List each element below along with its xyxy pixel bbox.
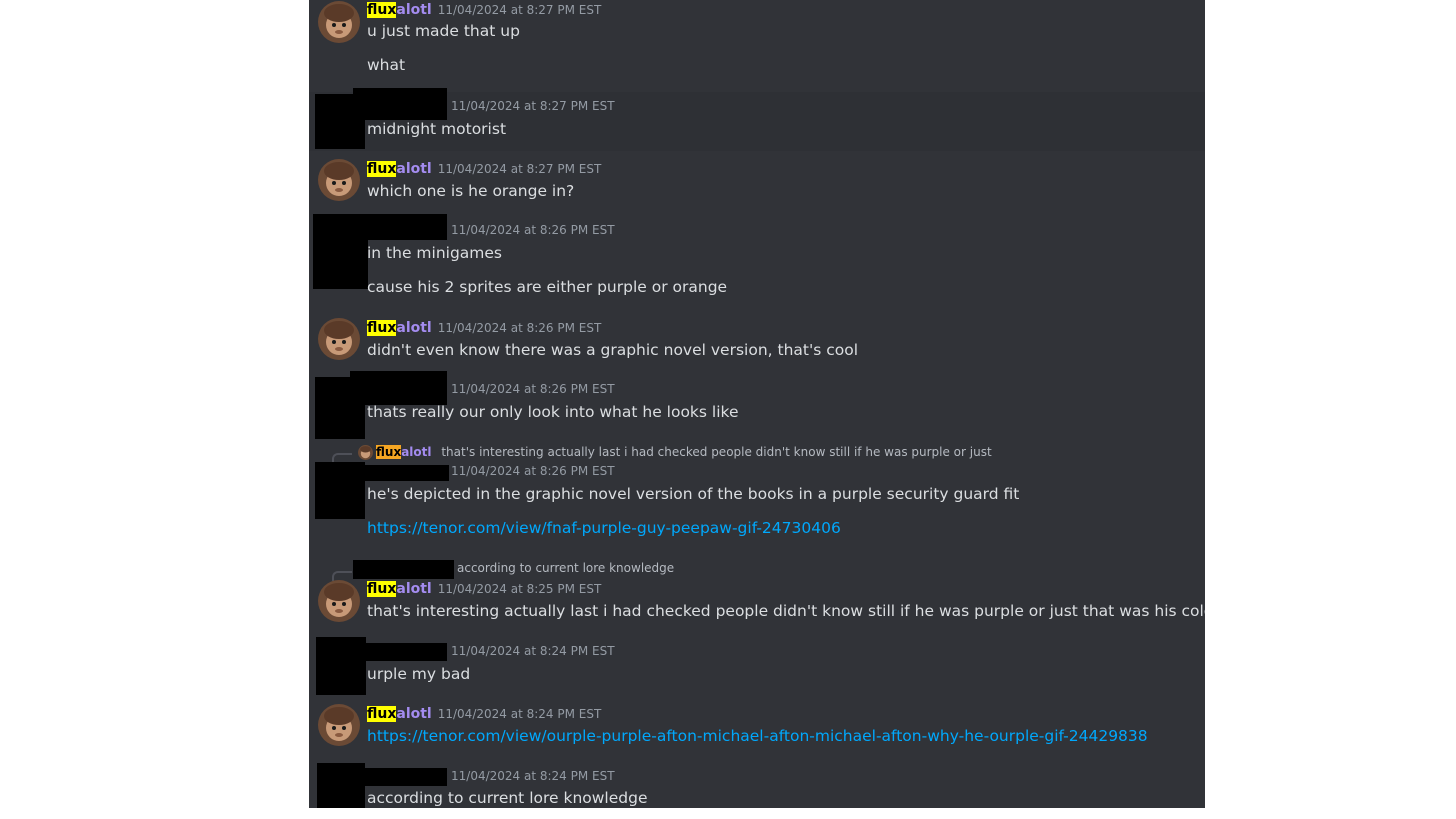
chat-message: 11/04/2024 at 8:26 PM EST thats really o… <box>309 369 1205 443</box>
timestamp: 11/04/2024 at 8:24 PM EST <box>437 707 602 721</box>
message-header: 11/04/2024 at 8:27 PM EST <box>451 99 615 119</box>
message-text: didn't even know there was a graphic nov… <box>367 341 859 359</box>
username[interactable]: fluxalotl <box>367 706 432 722</box>
avatar[interactable] <box>318 318 360 360</box>
message-text: thats really our only look into what he … <box>367 403 739 421</box>
message-header: fluxalotl 11/04/2024 at 8:27 PM EST <box>367 161 601 181</box>
redacted-username <box>359 643 447 661</box>
redacted-avatar <box>313 214 368 289</box>
timestamp: 11/04/2024 at 8:26 PM EST <box>451 464 615 478</box>
redacted-avatar <box>317 763 365 808</box>
username[interactable]: fluxalotl <box>367 581 432 597</box>
message-text: urple my bad <box>367 665 471 683</box>
message-link-line: https://tenor.com/view/fnaf-purple-guy-p… <box>367 519 1197 537</box>
message-link[interactable]: https://tenor.com/view/ourple-purple-aft… <box>367 727 1148 745</box>
message-header: fluxalotl 11/04/2024 at 8:24 PM EST <box>367 706 601 726</box>
redacted-reply-username <box>353 560 454 579</box>
chat-message: fluxalotl 11/04/2024 at 8:24 PM EST https… <box>309 697 1205 759</box>
timestamp: 11/04/2024 at 8:25 PM EST <box>437 582 602 596</box>
message-text: cause his 2 sprites are either purple or… <box>367 278 728 296</box>
message-text: that's interesting actually last i had c… <box>367 602 1205 620</box>
redacted-username <box>350 371 447 405</box>
message-header: 11/04/2024 at 8:26 PM EST <box>451 464 615 484</box>
chat-message: fluxalotl 11/04/2024 at 8:27 PM EST which… <box>309 151 1205 211</box>
chat-message: fluxalotl 11/04/2024 at 8:26 PM EST didn'… <box>309 309 1205 369</box>
username[interactable]: fluxalotl <box>367 320 432 336</box>
timestamp: 11/04/2024 at 8:24 PM EST <box>451 644 615 658</box>
message-text: he's depicted in the graphic novel versi… <box>367 485 1020 503</box>
redacted-username <box>363 465 449 481</box>
chat-message: 11/04/2024 at 8:24 PM EST urple my bad <box>309 635 1205 697</box>
avatar[interactable] <box>318 704 360 746</box>
avatar[interactable] <box>318 1 360 43</box>
message-header: 11/04/2024 at 8:24 PM EST <box>451 644 615 664</box>
message-text: u just made that up <box>367 22 520 40</box>
redacted-username <box>361 214 447 240</box>
message-text: which one is he orange in? <box>367 182 575 200</box>
username[interactable]: fluxalotl <box>367 2 432 18</box>
redacted-username <box>353 88 447 120</box>
redacted-username <box>359 768 447 786</box>
chat-message: fluxalotl that's interesting actually la… <box>309 443 1205 553</box>
message-text: midnight motorist <box>367 120 507 138</box>
avatar[interactable] <box>318 159 360 201</box>
redacted-avatar <box>315 462 365 519</box>
avatar[interactable] <box>318 580 360 622</box>
message-link-line: https://tenor.com/view/ourple-purple-aft… <box>367 727 1197 745</box>
reply-text: that's interesting actually last i had c… <box>441 445 992 459</box>
chat-message: fluxalotl 11/04/2024 at 8:27 PM EST u jus… <box>309 0 1205 92</box>
reply-avatar <box>358 445 373 460</box>
message-header: 11/04/2024 at 8:26 PM EST <box>451 223 615 243</box>
message-header: 11/04/2024 at 8:26 PM EST <box>451 382 615 402</box>
chat-message: 11/04/2024 at 8:24 PM EST according to c… <box>309 759 1205 808</box>
reply-username[interactable]: fluxalotl <box>376 445 432 459</box>
message-text: in the minigames <box>367 244 503 262</box>
message-text: according to current lore knowledge <box>367 789 648 807</box>
reply-preview[interactable]: fluxalotl that's interesting actually la… <box>358 445 992 461</box>
message-header: fluxalotl 11/04/2024 at 8:25 PM EST <box>367 581 601 601</box>
timestamp: 11/04/2024 at 8:27 PM EST <box>451 99 615 113</box>
timestamp: 11/04/2024 at 8:27 PM EST <box>437 162 602 176</box>
username[interactable]: fluxalotl <box>367 161 432 177</box>
timestamp: 11/04/2024 at 8:26 PM EST <box>437 321 602 335</box>
timestamp: 11/04/2024 at 8:26 PM EST <box>451 223 615 237</box>
timestamp: 11/04/2024 at 8:26 PM EST <box>451 382 615 396</box>
message-header: fluxalotl 11/04/2024 at 8:27 PM EST <box>367 2 601 22</box>
chat-message: 11/04/2024 at 8:27 PM EST midnight motor… <box>309 88 1205 151</box>
chat-message-list[interactable]: fluxalotl 11/04/2024 at 8:27 PM EST u jus… <box>309 0 1205 808</box>
message-link[interactable]: https://tenor.com/view/fnaf-purple-guy-p… <box>367 519 841 537</box>
reply-preview[interactable]: according to current lore knowledge <box>457 561 674 577</box>
chat-message: 11/04/2024 at 8:26 PM EST in the minigam… <box>309 211 1205 309</box>
reply-text: according to current lore knowledge <box>457 561 675 575</box>
message-header: fluxalotl 11/04/2024 at 8:26 PM EST <box>367 320 601 340</box>
chat-message: according to current lore knowledge flux… <box>309 553 1205 635</box>
message-text: what <box>367 56 406 74</box>
message-header: 11/04/2024 at 8:24 PM EST <box>451 769 615 789</box>
timestamp: 11/04/2024 at 8:27 PM EST <box>437 3 602 17</box>
timestamp: 11/04/2024 at 8:24 PM EST <box>451 769 615 783</box>
